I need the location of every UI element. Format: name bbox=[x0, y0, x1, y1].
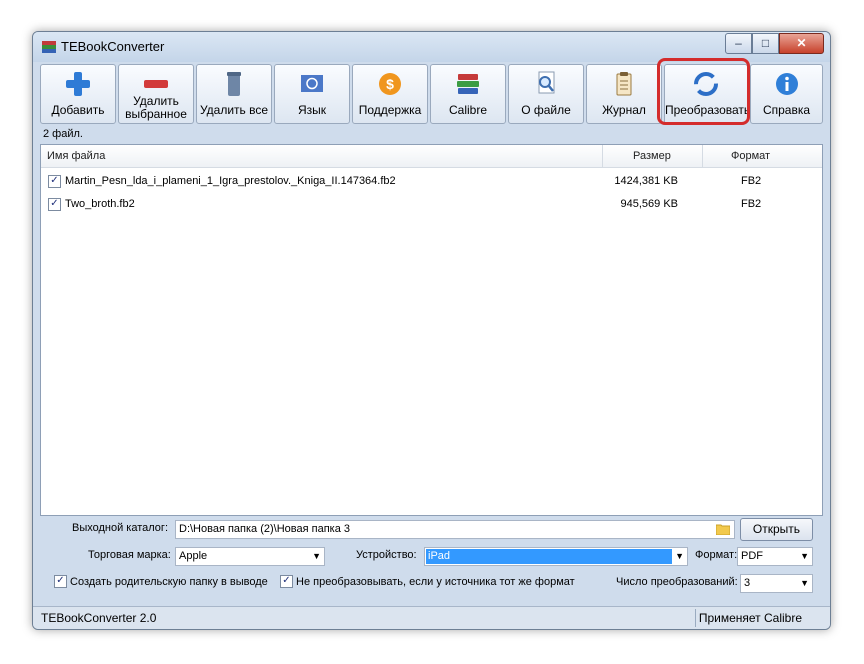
row-checkbox[interactable]: ✓ bbox=[48, 198, 61, 211]
format-select[interactable]: PDF ▼ bbox=[737, 547, 813, 566]
chevron-down-icon: ▼ bbox=[800, 578, 809, 588]
status-engine: Применяет Calibre bbox=[698, 611, 802, 625]
file-info-button[interactable]: О файле bbox=[508, 64, 584, 124]
magnifier-icon bbox=[538, 71, 555, 94]
file-info-label: О файле bbox=[521, 103, 571, 117]
remove-all-button[interactable]: Удалить все bbox=[196, 64, 272, 124]
file-size: 945,569 KB bbox=[620, 198, 679, 210]
skip-same-format-checkbox[interactable]: ✓ bbox=[280, 575, 293, 588]
create-parent-folder-label: Создать родительскую папку в выводе bbox=[70, 576, 268, 588]
format-value: PDF bbox=[741, 550, 763, 562]
books-icon bbox=[457, 74, 479, 94]
plus-icon bbox=[66, 72, 90, 96]
column-header-name[interactable]: Имя файла bbox=[47, 150, 105, 162]
brand-label: Торговая марка: bbox=[88, 549, 171, 561]
skip-same-format-label: Не преобразовывать, если у источника тот… bbox=[296, 576, 575, 588]
conversions-value: 3 bbox=[744, 577, 751, 589]
add-button-label: Добавить bbox=[51, 103, 105, 117]
create-parent-folder-checkbox[interactable]: ✓ bbox=[54, 575, 67, 588]
file-count: 2 файл. bbox=[43, 128, 83, 140]
file-name: Martin_Pesn_lda_i_plameni_1_Igra_prestol… bbox=[65, 175, 396, 187]
brand-select[interactable]: Apple ▼ bbox=[175, 547, 325, 566]
language-button[interactable]: Язык bbox=[274, 64, 350, 124]
file-format: FB2 bbox=[741, 198, 762, 210]
chevron-down-icon: ▼ bbox=[800, 551, 809, 561]
file-name: Two_broth.fb2 bbox=[65, 198, 135, 210]
table-row[interactable]: ✓ Martin_Pesn_lda_i_plameni_1_Igra_prest… bbox=[41, 172, 822, 192]
row-checkbox[interactable]: ✓ bbox=[48, 175, 61, 188]
help-button[interactable]: Справка bbox=[750, 64, 823, 124]
log-label: Журнал bbox=[602, 103, 646, 117]
help-label: Справка bbox=[762, 103, 811, 117]
remove-selected-button[interactable]: Удалить выбранное bbox=[118, 64, 194, 124]
conversions-label: Число преобразований: bbox=[616, 576, 738, 588]
format-label: Формат: bbox=[695, 549, 738, 561]
support-label: Поддержка bbox=[358, 103, 422, 117]
status-version: TEBookConverter 2.0 bbox=[41, 611, 157, 625]
chevron-down-icon: ▼ bbox=[675, 551, 684, 561]
device-label: Устройство: bbox=[356, 549, 417, 561]
chevron-down-icon: ▼ bbox=[312, 551, 321, 561]
log-button[interactable]: Журнал bbox=[586, 64, 662, 124]
close-button[interactable]: ✕ bbox=[779, 33, 824, 54]
globe-flag-icon bbox=[301, 75, 323, 92]
info-icon bbox=[775, 73, 798, 95]
convert-highlight-frame bbox=[657, 58, 750, 125]
file-format: FB2 bbox=[741, 175, 762, 187]
clipboard-icon bbox=[616, 72, 632, 96]
device-select[interactable]: iPad ▼ bbox=[424, 547, 688, 566]
table-row[interactable]: ✓ Two_broth.fb2 945,569 KB FB2 bbox=[41, 195, 822, 215]
conversions-select[interactable]: 3 ▼ bbox=[740, 574, 813, 593]
output-dir-value: D:\Новая папка (2)\Новая папка 3 bbox=[179, 523, 351, 535]
add-button[interactable]: Добавить bbox=[40, 64, 116, 124]
status-bar: TEBookConverter 2.0 Применяет Calibre bbox=[33, 606, 830, 629]
maximize-button[interactable]: □ bbox=[752, 33, 779, 54]
language-label: Язык bbox=[297, 103, 327, 117]
folder-icon[interactable] bbox=[716, 523, 730, 535]
calibre-label: Calibre bbox=[448, 103, 487, 117]
minimize-button[interactable]: ‒ bbox=[725, 33, 752, 54]
column-header-size[interactable]: Размер bbox=[633, 150, 671, 162]
app-logo-icon bbox=[42, 41, 56, 53]
device-value: iPad bbox=[426, 549, 672, 564]
remove-all-label: Удалить все bbox=[199, 103, 269, 117]
file-size: 1424,381 KB bbox=[614, 175, 678, 187]
open-button[interactable]: Открыть bbox=[740, 518, 813, 541]
brand-value: Apple bbox=[179, 550, 208, 562]
output-dir-field[interactable]: D:\Новая папка (2)\Новая папка 3 bbox=[175, 520, 735, 539]
calibre-button[interactable]: Calibre bbox=[430, 64, 506, 124]
support-button[interactable]: $ Поддержка bbox=[352, 64, 428, 124]
output-dir-label: Выходной каталог: bbox=[72, 522, 168, 534]
remove-selected-label: Удалить выбранное bbox=[125, 94, 187, 121]
column-header-format[interactable]: Формат bbox=[731, 150, 770, 162]
window-title: TEBookConverter bbox=[61, 39, 165, 54]
options-panel: Выходной каталог: D:\Новая папка (2)\Нов… bbox=[40, 518, 823, 604]
list-header: Имя файла Размер Формат bbox=[41, 145, 822, 168]
dollar-icon: $ bbox=[379, 73, 401, 95]
trash-icon bbox=[227, 72, 241, 96]
file-list[interactable]: Имя файла Размер Формат ✓ Martin_Pesn_ld… bbox=[40, 144, 823, 516]
svg-text:$: $ bbox=[386, 76, 394, 92]
